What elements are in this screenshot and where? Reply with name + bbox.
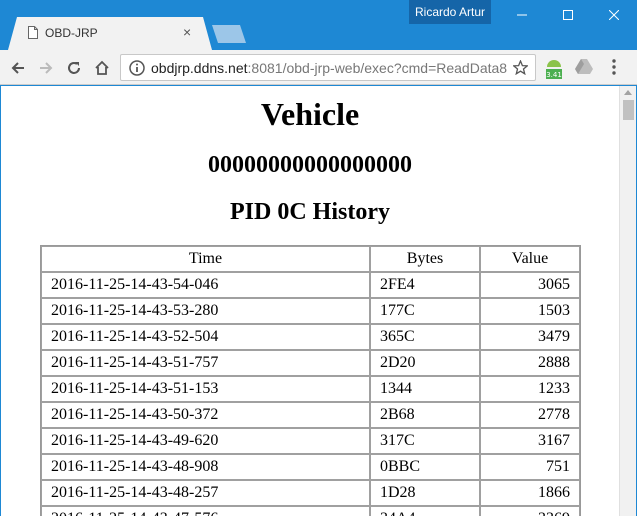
table-header-row: Time Bytes Value — [41, 246, 580, 272]
page-title: Vehicle — [260, 96, 360, 132]
cell-value: 1866 — [480, 480, 580, 506]
cell-value: 1233 — [480, 376, 580, 402]
reload-icon — [68, 62, 80, 74]
cell-time: 2016-11-25-14-43-52-504 — [41, 324, 370, 350]
cell-value: 3369 — [480, 506, 580, 516]
cell-time: 2016-11-25-14-43-48-257 — [41, 480, 370, 506]
home-button[interactable] — [90, 56, 114, 80]
maximize-icon — [563, 10, 573, 20]
bookmark-star-icon[interactable] — [513, 60, 528, 75]
table-row: 2016-11-25-14-43-50-372 2B68 2778 — [41, 402, 580, 428]
scroll-up-arrow-icon[interactable] — [624, 90, 632, 95]
url-path: :8081/obd-jrp-web/exec?cmd=ReadData8 — [247, 60, 507, 76]
scroll-thumb[interactable] — [623, 100, 634, 120]
cell-value: 3167 — [480, 428, 580, 454]
profile-button[interactable]: Ricardo Artur — [409, 0, 491, 24]
table-row: 2016-11-25-14-43-48-257 1D28 1866 — [41, 480, 580, 506]
back-arrow-icon — [11, 62, 24, 74]
cell-value: 751 — [480, 454, 580, 480]
table-row: 2016-11-25-14-43-49-620 317C 3167 — [41, 428, 580, 454]
cell-time: 2016-11-25-14-43-49-620 — [41, 428, 370, 454]
table-row: 2016-11-25-14-43-53-280 177C 1503 — [41, 298, 580, 324]
url-host: obdjrp.ddns.net — [151, 60, 248, 76]
page-content: Vehicle 00000000000000000 PID 0C History… — [1, 86, 619, 516]
maximize-button[interactable] — [545, 0, 591, 30]
tab-close-icon[interactable]: × — [183, 24, 191, 40]
page-icon — [28, 26, 38, 39]
forward-button[interactable] — [34, 56, 58, 80]
table-row: 2016-11-25-14-43-51-153 1344 1233 — [41, 376, 580, 402]
history-title: PID 0C History — [230, 199, 390, 225]
cell-bytes: 2B68 — [370, 402, 480, 428]
cell-value: 3479 — [480, 324, 580, 350]
table-row: 2016-11-25-14-43-54-046 2FE4 3065 — [41, 272, 580, 298]
cell-time: 2016-11-25-14-43-53-280 — [41, 298, 370, 324]
table-row: 2016-11-25-14-43-48-908 0BBC 751 — [41, 454, 580, 480]
cell-time: 2016-11-25-14-43-50-372 — [41, 402, 370, 428]
col-bytes-header: Bytes — [370, 246, 480, 272]
table-row: 2016-11-25-14-43-52-504 365C 3479 — [41, 324, 580, 350]
tab-obd-jrp[interactable]: OBD-JRP × — [8, 17, 212, 50]
cell-bytes: 2FE4 — [370, 272, 480, 298]
cell-bytes: 34A4 — [370, 506, 480, 516]
table-row: 2016-11-25-14-43-51-757 2D20 2888 — [41, 350, 580, 376]
android-extension-button[interactable]: 3.41 — [544, 56, 564, 80]
forward-arrow-icon — [40, 62, 53, 74]
cell-value: 3065 — [480, 272, 580, 298]
cell-time: 2016-11-25-14-43-48-908 — [41, 454, 370, 480]
close-icon — [609, 10, 619, 20]
col-time-header: Time — [41, 246, 370, 272]
cell-bytes: 177C — [370, 298, 480, 324]
col-value-header: Value — [480, 246, 580, 272]
cell-bytes: 1344 — [370, 376, 480, 402]
info-icon[interactable] — [129, 60, 145, 76]
more-vertical-icon — [612, 59, 616, 75]
browser-menu-button[interactable] — [612, 59, 616, 80]
cell-bytes: 0BBC — [370, 454, 480, 480]
history-table: Time Bytes Value 2016-11-25-14-43-54-046… — [40, 245, 581, 516]
title-bar: Ricardo Artur OBD-JRP × — [0, 0, 637, 50]
url-text: obdjrp.ddns.net:8081/obd-jrp-web/exec?cm… — [151, 60, 507, 76]
cell-time: 2016-11-25-14-43-54-046 — [41, 272, 370, 298]
cell-time: 2016-11-25-14-43-51-757 — [41, 350, 370, 376]
extension-badge: 3.41 — [546, 71, 562, 79]
back-button[interactable] — [6, 56, 30, 80]
browser-toolbar: obdjrp.ddns.net:8081/obd-jrp-web/exec?cm… — [0, 50, 637, 85]
cell-time: 2016-11-25-14-43-47-576 — [41, 506, 370, 516]
new-tab-button[interactable] — [212, 25, 246, 43]
home-icon — [95, 60, 109, 75]
drive-icon — [575, 59, 593, 74]
vertical-scrollbar[interactable] — [619, 86, 636, 516]
close-window-button[interactable] — [591, 0, 637, 30]
table-row: 2016-11-25-14-43-47-57634A43369 — [41, 506, 580, 516]
cell-bytes: 317C — [370, 428, 480, 454]
tab-title: OBD-JRP — [45, 26, 98, 40]
cell-bytes: 1D28 — [370, 480, 480, 506]
cell-value: 1503 — [480, 298, 580, 324]
android-icon: 3.41 — [546, 60, 562, 79]
cell-bytes: 365C — [370, 324, 480, 350]
cell-time: 2016-11-25-14-43-51-153 — [41, 376, 370, 402]
address-bar[interactable]: obdjrp.ddns.net:8081/obd-jrp-web/exec?cm… — [120, 54, 536, 81]
cell-value: 2778 — [480, 402, 580, 428]
reload-button[interactable] — [62, 56, 86, 80]
minimize-icon — [517, 14, 527, 16]
minimize-button[interactable] — [499, 0, 545, 30]
cell-value: 2888 — [480, 350, 580, 376]
drive-extension-button[interactable] — [575, 58, 593, 79]
vehicle-id: 00000000000000000 — [208, 152, 412, 178]
cell-bytes: 2D20 — [370, 350, 480, 376]
